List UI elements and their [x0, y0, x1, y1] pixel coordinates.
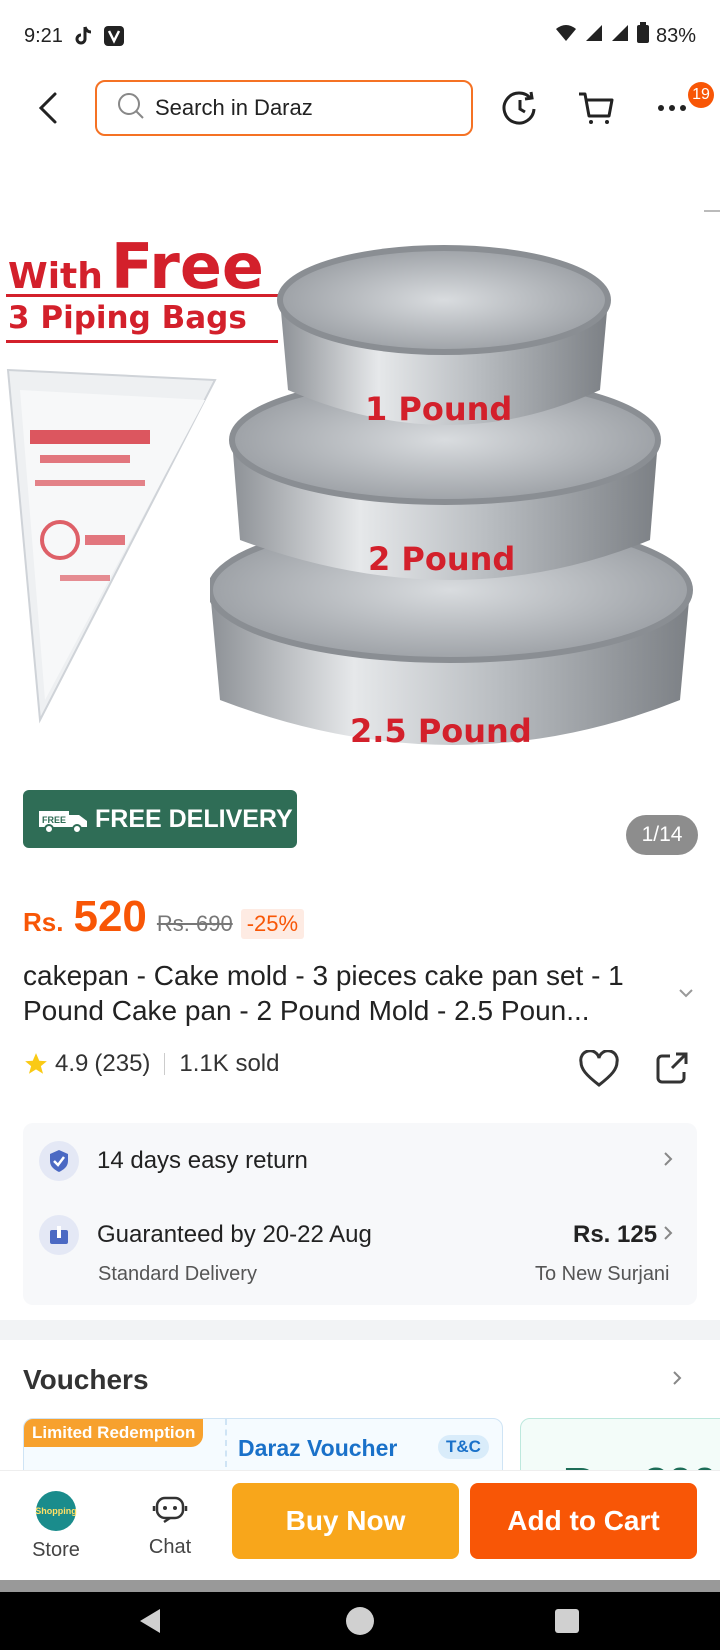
pan-label-1: 1 Pound [365, 390, 512, 428]
top-header: Search in Daraz [0, 78, 720, 140]
rating-count: (235) [94, 1050, 151, 1077]
pan-label-2: 2 Pound [368, 540, 515, 578]
more-button[interactable] [652, 88, 692, 128]
status-right: 83% [554, 22, 696, 50]
voucher-name: Daraz Voucher [238, 1435, 398, 1461]
wishlist-button[interactable] [578, 1049, 620, 1093]
limited-redemption-tag: Limited Redemption [24, 1419, 204, 1447]
return-policy-text[interactable]: 14 days easy return [97, 1147, 308, 1175]
section-divider [0, 1320, 720, 1340]
cake-pans-image: 1 Pound 2 Pound 2.5 Pound [210, 245, 693, 750]
nav-home-icon [346, 1607, 374, 1635]
nav-recents-button[interactable] [552, 1606, 582, 1636]
divider [164, 1053, 166, 1075]
heart-icon [579, 1049, 619, 1087]
share-icon [656, 1052, 688, 1084]
bottom-action-bar: Shopping Store Chat Buy Now Add to Cart [0, 1470, 720, 1580]
back-arrow-icon [38, 92, 57, 124]
more-icon [658, 105, 686, 111]
free-delivery-badge: FREE FREE DELIVERY [23, 790, 297, 848]
shield-icon [39, 1141, 79, 1181]
nav-home-button[interactable] [345, 1606, 375, 1636]
battery-icon [636, 22, 650, 50]
product-title[interactable]: cakepan - Cake mold - 3 pieces cake pan … [23, 958, 663, 1028]
delivery-truck-icon: FREE [39, 811, 87, 834]
cart-button[interactable] [576, 88, 616, 128]
return-chevron-icon[interactable] [663, 1151, 673, 1172]
back-button[interactable] [30, 90, 66, 126]
nav-separator [0, 1580, 720, 1592]
store-button[interactable]: Shopping Store [6, 1471, 106, 1581]
product-page: 9:21 83% Search in Daraz 19 With Free 3 … [0, 0, 720, 1650]
share-button[interactable] [654, 1050, 690, 1091]
rating-score: 4.9 [55, 1050, 89, 1077]
star-icon [25, 1053, 47, 1074]
pan-label-3: 2.5 Pound [350, 712, 532, 750]
image-counter: 1/14 [626, 815, 698, 855]
signal-icon [610, 23, 630, 49]
add-to-cart-button[interactable]: Add to Cart [470, 1483, 697, 1559]
history-button[interactable] [500, 88, 540, 128]
signal-icon [584, 23, 604, 49]
search-placeholder: Search in Daraz [155, 95, 313, 120]
delivery-fee: Rs. 125 [573, 1221, 658, 1248]
package-icon [39, 1215, 79, 1255]
delivery-chevron-icon[interactable] [663, 1225, 673, 1246]
delivery-location[interactable]: To New Surjani [535, 1263, 670, 1286]
status-bar: 9:21 83% [0, 0, 720, 72]
product-image-gallery[interactable]: With Free 3 Piping Bags 1 Pound 2 Pound … [0, 190, 720, 870]
nav-back-icon [140, 1609, 160, 1633]
price-amount: 520 [73, 892, 147, 941]
chat-button[interactable]: Chat [120, 1471, 220, 1581]
search-input[interactable]: Search in Daraz [95, 80, 473, 136]
nav-recents-icon [555, 1609, 579, 1633]
chevron-down-icon [679, 989, 693, 998]
vouchers-chevron-icon[interactable] [672, 1370, 682, 1391]
gallery-edge-mark [704, 210, 720, 212]
store-label: Store [32, 1538, 80, 1561]
system-nav-bar [0, 1592, 720, 1650]
search-icon [117, 92, 145, 125]
wifi-icon [554, 23, 578, 49]
sold-count: 1.1K sold [179, 1050, 280, 1077]
discount-badge: -25% [240, 909, 305, 939]
chat-icon [152, 1496, 188, 1523]
delivery-type-text: Standard Delivery [98, 1263, 257, 1285]
price-currency: Rs. [23, 907, 64, 937]
free-delivery-text: FREE DELIVERY [95, 804, 293, 833]
notification-badge: 19 [688, 82, 714, 108]
delivery-guarantee-text[interactable]: Guaranteed by 20-22 Aug [97, 1221, 372, 1249]
v-app-icon [103, 25, 125, 47]
nav-back-button[interactable] [136, 1606, 166, 1636]
battery-percent: 83% [655, 24, 696, 47]
vouchers-heading: Vouchers [23, 1364, 149, 1395]
terms-button[interactable]: T&C [438, 1435, 489, 1459]
price-row: Rs. 520 Rs. 690 -25% [23, 892, 305, 942]
store-icon: Shopping [35, 1490, 77, 1531]
history-icon [502, 91, 536, 125]
buy-now-button[interactable]: Buy Now [232, 1483, 459, 1559]
original-price: Rs. 690 [156, 911, 233, 936]
banner-with-text: With [8, 256, 103, 297]
service-card: 14 days easy return Guaranteed by 20-22 … [23, 1123, 697, 1305]
status-time: 9:21 [24, 24, 63, 47]
cart-icon [579, 92, 614, 124]
expand-title-button[interactable] [678, 985, 694, 1003]
tiktok-icon [73, 25, 95, 47]
delivery-free-tag: FREE [42, 815, 66, 825]
chat-label: Chat [148, 1535, 192, 1558]
piping-bag-image [6, 368, 217, 724]
store-icon-text: Shopping [35, 1505, 77, 1516]
rating-row[interactable]: 4.9 (235) 1.1K sold [23, 1050, 279, 1078]
